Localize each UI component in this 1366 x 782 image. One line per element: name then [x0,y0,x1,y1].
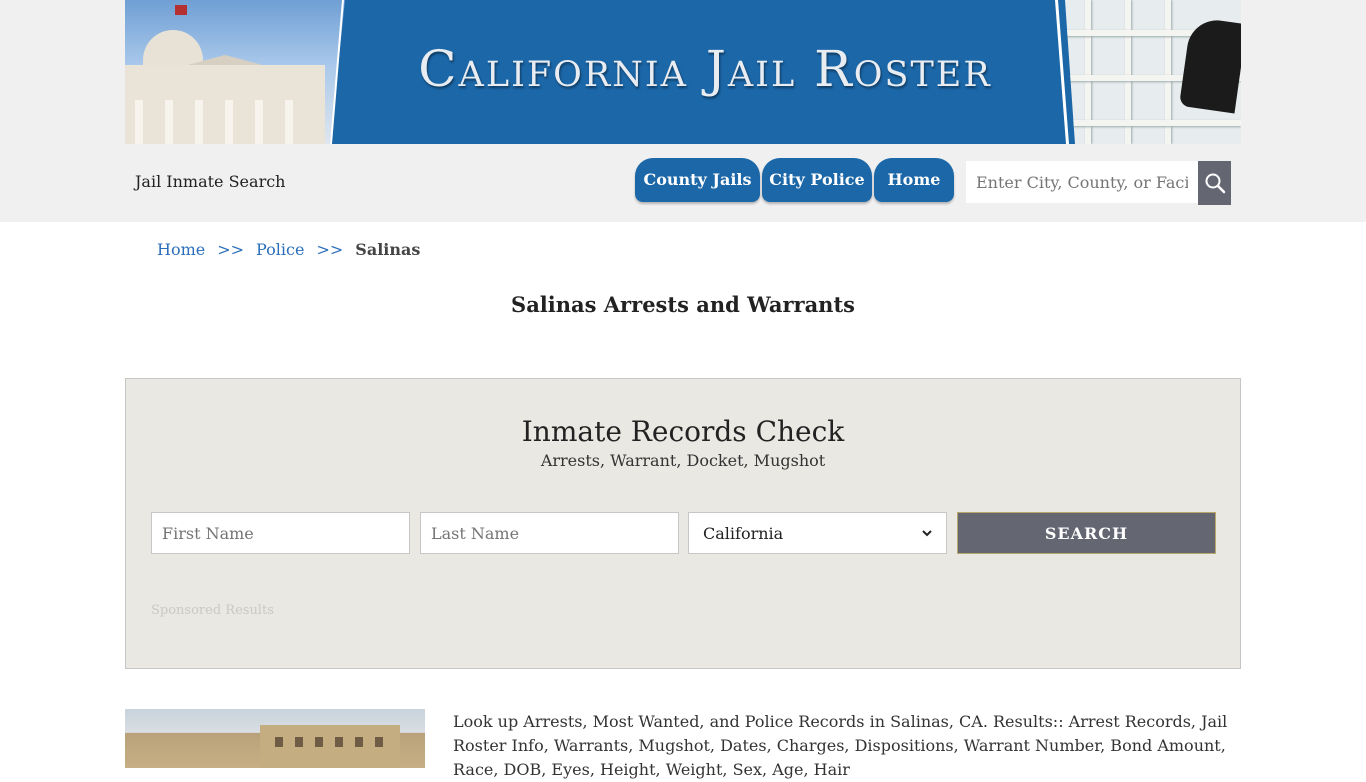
state-select-value: California [703,523,784,543]
search-icon [1205,173,1225,194]
site-search-input[interactable] [966,161,1198,203]
window [275,737,283,747]
capitol-column [285,100,293,144]
records-search-button[interactable]: SEARCH [957,512,1216,554]
site-banner[interactable]: California Jail Roster [125,0,1241,144]
breadcrumb-separator: >> [217,240,245,259]
inmate-records-panel: Inmate Records Check Arrests, Warrant, D… [125,378,1241,669]
chevron-down-icon [922,530,932,537]
page-description: Look up Arrests, Most Wanted, and Police… [453,712,1228,779]
nav-city-police[interactable]: City Police [762,158,872,202]
banner-title: California Jail Roster [418,40,992,98]
flag-icon [175,5,187,15]
nav-county-jails[interactable]: County Jails [635,158,760,202]
page-title: Salinas Arrests and Warrants [511,292,855,317]
state-select[interactable]: California [688,512,947,554]
records-title: Inmate Records Check [521,415,845,448]
last-name-input[interactable] [420,512,679,554]
jail-bar [1065,120,1241,126]
capitol-column [135,100,143,144]
window [295,737,303,747]
breadcrumb-current: Salinas [355,240,421,259]
capitol-column [165,100,173,144]
breadcrumb-police[interactable]: Police [256,240,304,259]
sponsored-label: Sponsored Results [151,603,274,618]
window [315,737,323,747]
capitol-column [255,100,263,144]
records-subtitle: Arrests, Warrant, Docket, Mugshot [540,451,826,470]
jail-door-image [1065,0,1241,144]
salinas-police-photo [125,709,425,768]
window [355,737,363,747]
site-search-button[interactable] [1198,161,1231,205]
capitol-column [225,100,233,144]
breadcrumb-separator: >> [316,240,344,259]
capitol-image [125,0,345,144]
breadcrumb-home[interactable]: Home [157,240,205,259]
first-name-input[interactable] [151,512,410,554]
capitol-column [195,100,203,144]
window [375,737,383,747]
breadcrumb: Home >> Police >> Salinas [157,240,420,259]
nav-home[interactable]: Home [874,158,954,202]
site-name[interactable]: Jail Inmate Search [135,172,285,191]
window [335,737,343,747]
